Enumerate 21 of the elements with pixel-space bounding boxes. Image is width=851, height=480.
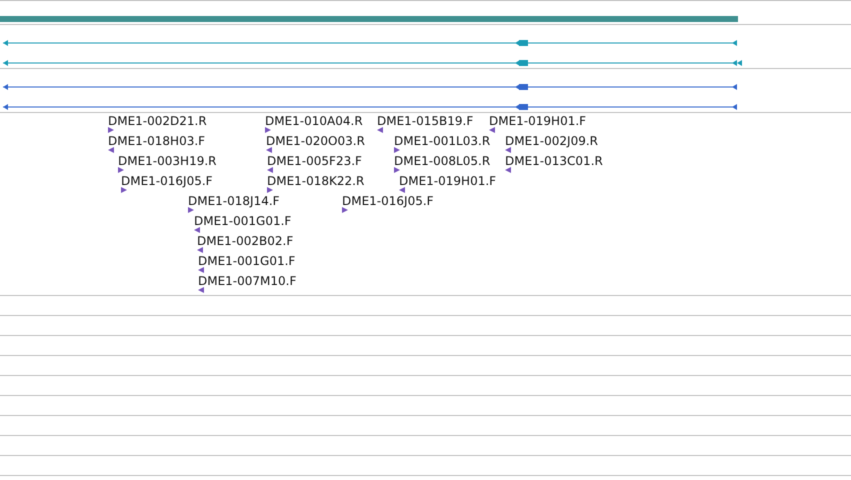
feature-label[interactable]: DME1-001G01.F <box>194 214 292 228</box>
feature-label[interactable]: DME1-015B19.F <box>377 114 474 128</box>
feature-label[interactable]: DME1-018H03.F <box>108 134 206 148</box>
feature-label[interactable]: DME1-005F23.F <box>267 154 362 168</box>
feature-label[interactable]: DME1-003H19.R <box>118 154 216 168</box>
feature-label[interactable]: DME1-019H01.F <box>489 114 586 128</box>
feature-label[interactable]: DME1-002J09.R <box>505 134 598 148</box>
feature-label[interactable]: DME1-018J14.F <box>188 194 280 208</box>
feature-label[interactable]: DME1-007M10.F <box>198 274 296 288</box>
feature-label[interactable]: DME1-001L03.R <box>394 134 490 148</box>
feature-label[interactable]: DME1-016J05.F <box>342 194 434 208</box>
feature-label[interactable]: DME1-001G01.F <box>198 254 296 268</box>
feature-label[interactable]: DME1-013C01.R <box>505 154 603 168</box>
feature-label[interactable]: DME1-008L05.R <box>394 154 490 168</box>
feature-label[interactable]: DME1-019H01.F <box>399 174 496 188</box>
feature-label[interactable]: DME1-002D21.R <box>108 114 207 128</box>
feature-label[interactable]: DME1-016J05.F <box>121 174 213 188</box>
feature-label[interactable]: DME1-010A04.R <box>265 114 363 128</box>
feature-label[interactable]: DME1-020O03.R <box>266 134 365 148</box>
feature-label[interactable]: DME1-002B02.F <box>197 234 294 248</box>
feature-label[interactable]: DME1-018K22.R <box>267 174 364 188</box>
